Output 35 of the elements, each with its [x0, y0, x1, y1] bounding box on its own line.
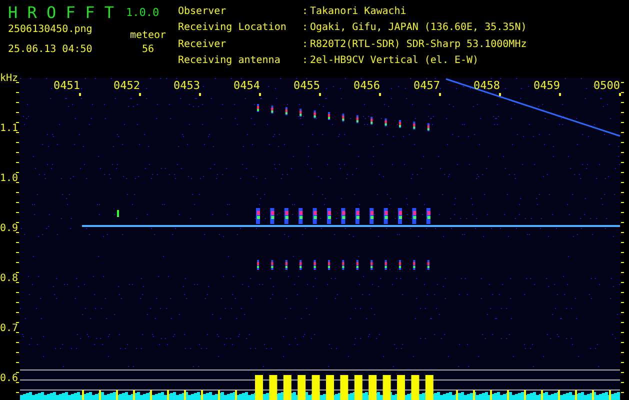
info-separator: :	[302, 54, 310, 68]
info-label: Receiving Location	[178, 21, 288, 36]
info-value: R820T2(RTL-SDR) SDR-Sharp 53.1000MHz	[310, 38, 527, 52]
date-time: 25.06.13 04:50	[8, 43, 94, 57]
time-label: 0500	[594, 80, 620, 92]
meteor-count: 56	[140, 43, 156, 57]
time-label: 0457	[414, 80, 440, 92]
version-label: 1.0.0	[125, 5, 160, 21]
info-label: Receiver	[178, 38, 228, 52]
axis-unit: kHz	[0, 73, 18, 85]
time-label: 0458	[474, 80, 500, 92]
time-label: 0454	[234, 80, 260, 92]
info-value: Takanori Kawachi	[310, 5, 408, 19]
time-label: 0452	[114, 80, 140, 92]
info-value: Ogaki, Gifu, JAPAN (136.60E, 35.35N)	[310, 21, 527, 36]
time-label: 0453	[174, 80, 200, 92]
frequency-label: 0.8	[0, 273, 16, 285]
info-label: Observer	[178, 5, 228, 19]
time-label: 0455	[294, 80, 320, 92]
info-separator: :	[302, 38, 310, 52]
info-label: Receiving antenna	[178, 54, 282, 68]
time-label: 0451	[54, 80, 80, 92]
frequency-label: 0.6	[0, 373, 16, 385]
frequency-label: 0.9	[0, 223, 16, 235]
info-separator: :	[302, 5, 310, 19]
frequency-label: 0.7	[0, 323, 16, 335]
info-value: 2el-HB9CV Vertical (el. E-W)	[310, 54, 480, 68]
meteor-label: meteor	[128, 29, 168, 43]
app-title: H R O F F T	[8, 3, 115, 23]
time-label: 0459	[534, 80, 560, 92]
info-separator: :	[302, 21, 310, 36]
frequency-label: 1.0	[0, 173, 16, 185]
frequency-label: 1.1	[0, 123, 16, 135]
time-label: 0456	[354, 80, 380, 92]
file-name: 2506130450.png	[8, 23, 94, 37]
